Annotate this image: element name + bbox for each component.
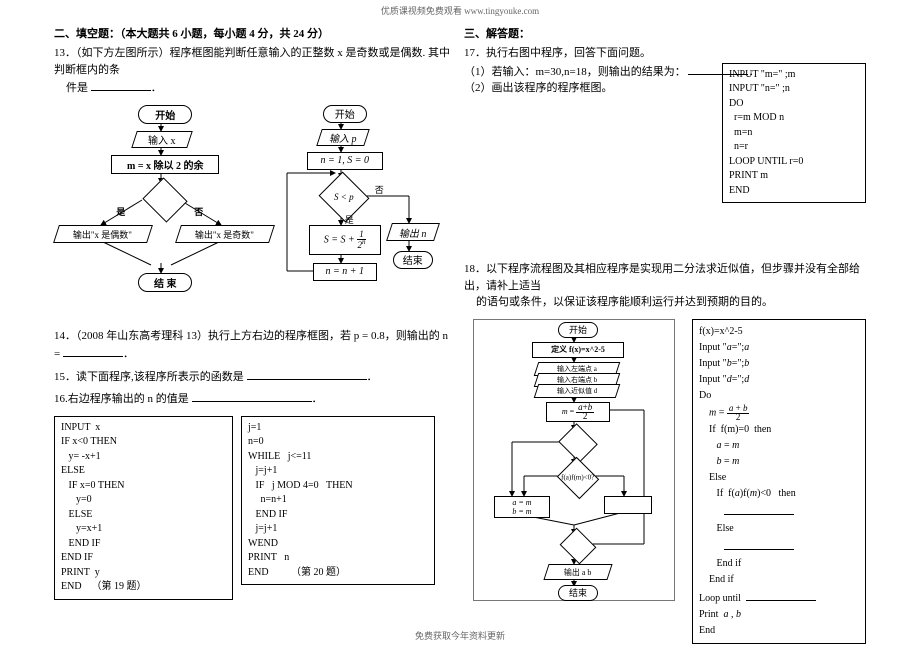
fc2-input: 输入 p: [316, 129, 370, 146]
q15-text: 15．读下面程序,该程序所表示的函数是: [54, 371, 244, 383]
fc3-out: 输出 a b: [543, 564, 612, 580]
fc3-set1: a = m b = m: [494, 496, 550, 518]
q18: 18．以下程序流程图及其相应程序是实现用二分法求近似值，但步骤并没有全部给出，请…: [464, 261, 866, 311]
fc1-start: 开始: [138, 105, 192, 124]
flowchart-2: 开始 输入 p n = 1, S = 0 S < p 是 否 S = S + 1…: [279, 105, 454, 320]
fc2-body: S = S + 12n: [309, 225, 381, 255]
q18-row: 开始 定义 f(x)=x^2-5 输入左端点 a 输入右端点 b 输入近似值 d…: [464, 315, 866, 648]
fc2-init: n = 1, S = 0: [307, 152, 383, 170]
fc2-inc: n = n + 1: [313, 263, 377, 281]
fc2-end: 结束: [393, 251, 433, 269]
q17-line1: 17．执行右图中程序，回答下面问题。: [464, 47, 651, 59]
fc2-outn: 输出 n: [386, 223, 440, 241]
fc2-no: 否: [375, 183, 384, 196]
left-column: 二、填空题：（本大题共 6 小题，每小题 4 分，共 24 分） 13．（如下方…: [50, 21, 460, 648]
q13-line2: 件是: [66, 82, 88, 94]
q15-blank: [247, 367, 367, 380]
flowchart-3: 开始 定义 f(x)=x^2-5 输入左端点 a 输入右端点 b 输入近似值 d…: [473, 319, 675, 601]
q13-text: 13．（如下方左图所示）程序框图能判断任意输入的正整数 x 是奇数或是偶数. 其…: [54, 45, 456, 97]
code-box-17: INPUT "m=" ;m INPUT "n=" ;n DO r=m MOD n…: [722, 63, 866, 204]
q16-text: 16.右边程序输出的 n 的值是: [54, 393, 189, 405]
fc1-no: 否: [194, 205, 203, 218]
q16-blank: [192, 389, 312, 402]
q15: 15．读下面程序,该程序所表示的函数是 ．: [54, 367, 456, 386]
flowchart-1: 开始 输入 x m = x 除以 2 的余 是 否 输出"x 是偶数" 输出"x…: [56, 105, 266, 300]
fc3-start: 开始: [558, 322, 598, 338]
page-body: 二、填空题：（本大题共 6 小题，每小题 4 分，共 24 分） 13．（如下方…: [0, 21, 920, 648]
fc1-out-odd: 输出"x 是奇数": [175, 225, 275, 243]
fc1-yes: 是: [116, 205, 125, 218]
code-row: INPUT x IF x<0 THEN y= -x+1 ELSE IF x=0 …: [54, 412, 456, 604]
right-column: 三、解答题： 17．执行右图中程序，回答下面问题。 （1）若输入：m=30,n=…: [460, 21, 870, 648]
q17-line3: （2）画出该程序的程序框图。: [464, 82, 613, 94]
flowcharts-row: 开始 输入 x m = x 除以 2 的余 是 否 输出"x 是偶数" 输出"x…: [54, 101, 456, 324]
fc1-end: 结 束: [138, 273, 192, 292]
code-box-18: f(x)=x^2-5 Input "a=";a Input "b=";b Inp…: [692, 319, 866, 644]
fc1-assign: m = x 除以 2 的余: [111, 155, 219, 174]
page-header: 优质课视频免费观看 www.tingyouke.com: [0, 0, 920, 21]
q18-line2: 的语句或条件，以保证该程序能顺利运行并达到预期的目的。: [476, 296, 773, 308]
code-box-20: j=1 n=0 WHILE j<=11 j=j+1 IF j MOD 4=0 T…: [241, 416, 435, 586]
fc2-body-formula: S = S + 12n: [324, 230, 366, 250]
q18-line1: 18．以下程序流程图及其相应程序是实现用二分法求近似值，但步骤并没有全部给出，请…: [464, 263, 860, 292]
q16: 16.右边程序输出的 n 的值是 ．: [54, 389, 456, 408]
fc3-m: m = a+b2: [546, 402, 610, 422]
q13-line1: 13．（如下方左图所示）程序框图能判断任意输入的正整数 x 是奇数或是偶数. 其…: [54, 47, 450, 76]
q17-line2: （1）若输入：m=30,n=18，则输出的结果为：: [464, 66, 686, 78]
section-3-title: 三、解答题：: [464, 25, 866, 41]
fc3-end: 结束: [558, 585, 598, 601]
q14-blank: [63, 344, 123, 357]
code-box-19: INPUT x IF x<0 THEN y= -x+1 ELSE IF x=0 …: [54, 416, 233, 600]
fc2-start: 开始: [323, 105, 367, 123]
fc3-set2: [604, 496, 652, 514]
fc3-def: 定义 f(x)=x^2-5: [532, 342, 624, 358]
fc1-out-even: 输出"x 是偶数": [53, 225, 153, 243]
q14: 14．（2008 年山东高考理科 13）执行上方右边的程序框图，若 p = 0.…: [54, 328, 456, 363]
section-2-title: 二、填空题：（本大题共 6 小题，每小题 4 分，共 24 分）: [54, 25, 456, 41]
page-footer: 免费获取今年资料更新: [0, 629, 920, 642]
q13-blank: [91, 78, 151, 91]
fc3-ind: 输入近似值 d: [534, 384, 621, 398]
fc1-input: 输入 x: [131, 131, 193, 148]
